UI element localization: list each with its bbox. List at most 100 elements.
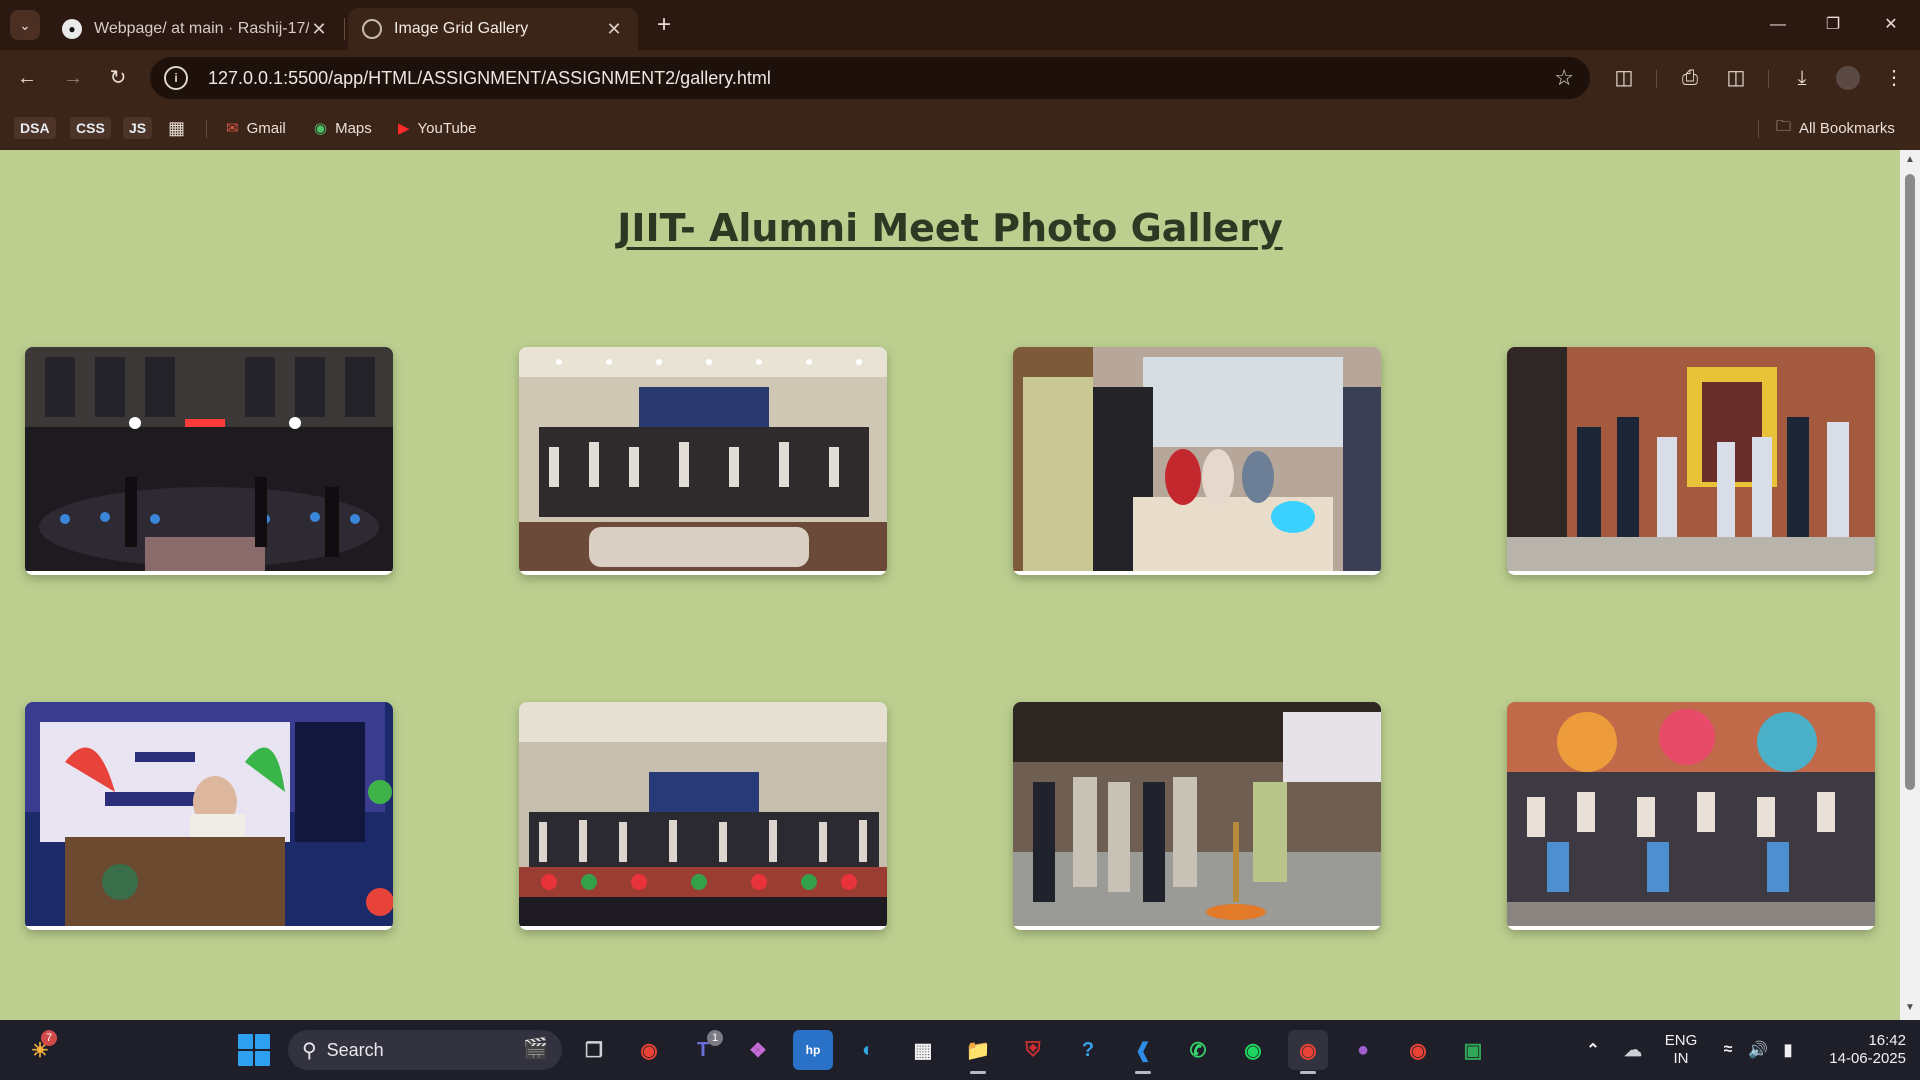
start-button[interactable]	[238, 1034, 270, 1066]
teams-badge: 1	[707, 1030, 723, 1046]
file-explorer-icon[interactable]: 📁	[958, 1030, 998, 1074]
bookmark-css[interactable]: CSS	[70, 115, 111, 141]
toolbar-divider	[1656, 70, 1657, 88]
bookmark-label: Maps	[335, 119, 372, 137]
bookmark-star-icon[interactable]: ☆	[1554, 65, 1574, 91]
github-desktop-icon[interactable]: ●	[1343, 1030, 1383, 1070]
bookmark-divider	[1758, 120, 1759, 138]
task-view-icon[interactable]: ❐	[574, 1030, 614, 1070]
bookmark-youtube[interactable]: ▶ YouTube	[398, 115, 477, 141]
gallery-item[interactable]	[1013, 702, 1381, 930]
myhp-icon[interactable]: hp	[793, 1030, 833, 1070]
tab-search-button[interactable]: ⌄	[10, 10, 40, 40]
help-icon[interactable]: ?	[1068, 1030, 1108, 1070]
gallery-item[interactable]	[25, 702, 393, 930]
page-scrollbar[interactable]: ▲ ▼	[1900, 150, 1920, 1020]
mcafee-icon[interactable]: ⛨	[1013, 1030, 1053, 1070]
maps-icon: ◉	[314, 120, 328, 137]
tab-title: Image Grid Gallery	[394, 20, 529, 37]
chrome-icon[interactable]: ◉	[629, 1030, 669, 1070]
taskbar-search[interactable]: ⚲ Search 🎬	[288, 1030, 562, 1070]
restore-button[interactable]: ❐	[1813, 10, 1853, 40]
forward-button[interactable]: →	[58, 63, 88, 93]
close-window-button[interactable]: ✕	[1871, 10, 1911, 40]
arrow-left-icon: ←	[17, 67, 37, 89]
bookmark-maps[interactable]: ◉ Maps	[314, 115, 372, 141]
address-bar[interactable]: i 127.0.0.1:5500/app/HTML/ASSIGNMENT/ASS…	[150, 57, 1590, 99]
chevron-up-icon[interactable]: ⌃	[1573, 1030, 1613, 1070]
gallery-item[interactable]	[1013, 347, 1381, 575]
reload-icon: ↻	[109, 67, 127, 89]
all-bookmarks[interactable]: 🗀 All Bookmarks	[1776, 115, 1895, 141]
close-icon: ✕	[1884, 16, 1898, 33]
apps-grid-icon[interactable]: ▦	[168, 115, 185, 141]
photo-outdoor-group-mural	[1507, 702, 1875, 926]
photo-lamp-lighting-ceremony	[1013, 702, 1381, 926]
download-icon[interactable]: ⤓	[1788, 64, 1816, 92]
gallery-item[interactable]	[1507, 347, 1875, 575]
toolbar-divider	[1768, 70, 1769, 88]
scroll-down-icon[interactable]: ▼	[1904, 1002, 1916, 1014]
profile-avatar[interactable]	[1836, 66, 1860, 90]
clock[interactable]: 16:42 14-06-2025	[1812, 1032, 1906, 1068]
search-highlight-icon: 🎬	[523, 1038, 548, 1060]
all-bookmarks-label: All Bookmarks	[1799, 119, 1895, 137]
tab-image-grid-gallery[interactable]: Image Grid Gallery ✕	[348, 8, 638, 50]
youtube-icon: ▶	[398, 120, 410, 137]
gallery-item[interactable]	[1507, 702, 1875, 930]
minimize-icon: —	[1770, 16, 1786, 33]
folder-icon: 🗀	[1776, 117, 1792, 135]
bookmark-label: YouTube	[417, 119, 477, 137]
print-icon[interactable]: ⎙	[1676, 64, 1704, 92]
battery-icon[interactable]: ▮	[1768, 1030, 1808, 1070]
close-icon[interactable]: ✕	[309, 19, 329, 40]
new-tab-button[interactable]: +	[651, 12, 677, 38]
chrome-profile-icon[interactable]: ◉	[1398, 1030, 1438, 1070]
photo-campus-group	[1507, 347, 1875, 571]
restore-icon: ❐	[1825, 16, 1841, 33]
url-text[interactable]: 127.0.0.1:5500/app/HTML/ASSIGNMENT/ASSIG…	[208, 68, 771, 89]
vscode-icon[interactable]: ❰	[1123, 1030, 1163, 1074]
side-panel-icon[interactable]: ◫	[1722, 64, 1750, 92]
site-info-icon[interactable]: i	[164, 66, 188, 90]
bookmark-dsa[interactable]: DSA	[14, 115, 56, 141]
copilot-icon[interactable]: ❖	[738, 1030, 778, 1070]
spotify-icon[interactable]: ◉	[1233, 1030, 1273, 1070]
chrome-active-icon[interactable]: ◉	[1288, 1030, 1328, 1074]
close-icon[interactable]: ✕	[604, 19, 624, 40]
store-icon[interactable]: ▦	[903, 1030, 943, 1070]
arrow-right-icon: →	[63, 67, 83, 89]
language-indicator[interactable]: ENG IN	[1656, 1032, 1706, 1068]
photo-auditorium-group-wide	[519, 702, 887, 926]
gallery-item[interactable]	[25, 347, 393, 575]
bookmark-js[interactable]: JS	[123, 115, 153, 141]
bookmark-label: JS	[123, 117, 153, 139]
bookmark-gmail[interactable]: ✉ Gmail	[226, 115, 286, 141]
tab-github[interactable]: ● Webpage/ at main · Rashij-17/\ ✕	[48, 8, 343, 50]
scroll-up-icon[interactable]: ▲	[1904, 154, 1916, 166]
menu-icon[interactable]: ⋮	[1880, 64, 1908, 92]
gmail-icon: ✉	[226, 120, 239, 137]
bookmarks-bar: DSA CSS JS ▦ ✉ Gmail ◉ Maps ▶ YouTube 🗀 …	[0, 106, 1920, 150]
chevron-down-icon: ⌄	[19, 16, 31, 33]
tab-title: Webpage/ at main · Rashij-17/\	[94, 20, 309, 37]
gallery-item[interactable]	[519, 702, 887, 930]
scroll-thumb[interactable]	[1905, 174, 1915, 790]
github-icon: ●	[62, 19, 82, 39]
minimize-button[interactable]: —	[1758, 10, 1798, 40]
browser-chrome: ⌄ ● Webpage/ at main · Rashij-17/\ ✕ Ima…	[0, 0, 1920, 150]
photo-speaker-podium	[25, 702, 393, 926]
onedrive-icon[interactable]: ☁	[1613, 1030, 1653, 1070]
whatsapp-icon[interactable]: ✆	[1178, 1030, 1218, 1070]
classroom-icon[interactable]: ▣	[1453, 1030, 1493, 1070]
edge-icon[interactable]: ◐	[848, 1030, 888, 1070]
windows-logo-icon	[238, 1034, 253, 1049]
clock-date: 14-06-2025	[1829, 1050, 1906, 1067]
gallery-item[interactable]	[519, 347, 887, 575]
extensions-icon[interactable]: ◫	[1610, 64, 1638, 92]
reload-button[interactable]: ↻	[103, 63, 133, 93]
photo-auditorium-group	[519, 347, 887, 571]
plus-icon: +	[656, 11, 671, 38]
region-code: IN	[1673, 1050, 1689, 1067]
back-button[interactable]: ←	[12, 63, 42, 93]
